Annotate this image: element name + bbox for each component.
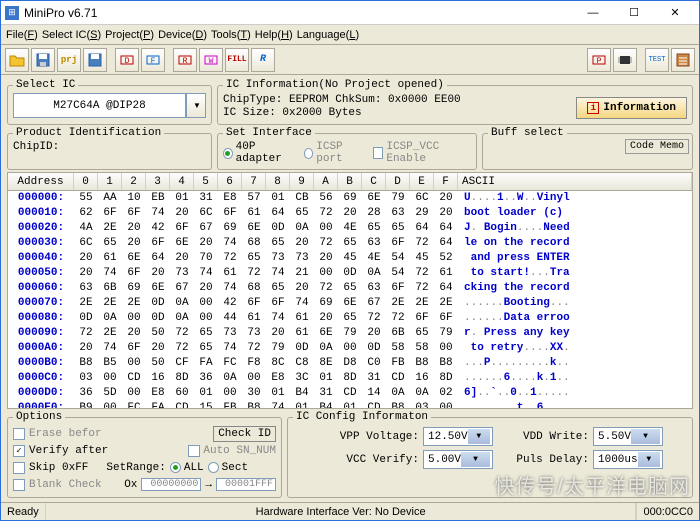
range-from[interactable]: 00000000 [141,478,201,491]
chevron-down-icon: ▼ [638,452,660,467]
menu-project[interactable]: Project(P) [103,27,156,43]
ic-config-group: IC Config Informaton VPP Voltage:12.50V▼… [287,411,693,498]
vdd-combo[interactable]: 5.50V▼ [593,427,663,446]
check-skip[interactable] [13,462,25,474]
toolbar: prj D F R W FILL R P TEST [1,45,699,75]
information-button[interactable]: iInformation [576,97,687,119]
menu-select-ic[interactable]: Select IC(S) [40,27,103,43]
radio-40p[interactable]: 40P adapter [223,141,298,165]
tool-prog[interactable]: P [587,48,611,72]
svg-text:W: W [209,57,214,66]
tool-write[interactable]: W [199,48,223,72]
set-interface-group: Set Interface 40P adapter ICSP port ICSP… [217,127,477,170]
titlebar: ⊞ MiniPro v6.71 — ☐ ✕ [1,1,699,25]
tool-chip-f[interactable]: F [141,48,165,72]
tool-run[interactable]: R [251,48,275,72]
product-id-group: Product Identification ChipID: [7,127,212,170]
check-id-button[interactable]: Check ID [213,426,276,442]
menu-help[interactable]: Help(H) [253,27,295,43]
code-memo-tab[interactable]: Code Memo [625,139,689,154]
check-blank [13,479,25,491]
range-to[interactable]: 00001FFF [216,478,276,491]
menu-device[interactable]: Device(D) [156,27,209,43]
radio-icsp: ICSP port [304,141,367,165]
svg-text:P: P [597,57,602,66]
radio-sect[interactable]: Sect [208,462,248,474]
tool-test[interactable]: TEST [645,48,669,72]
chevron-down-icon: ▼ [631,429,660,444]
app-icon: ⊞ [5,6,19,20]
svg-text:F: F [151,57,156,66]
menu-tools[interactable]: Tools(T) [209,27,253,43]
vcc-combo[interactable]: 5.00V▼ [423,450,493,469]
svg-text:R: R [183,57,188,66]
maximize-button[interactable]: ☐ [614,3,654,23]
menu-file[interactable]: File(F) [4,27,40,43]
close-button[interactable]: ✕ [655,3,695,23]
chipid-label: ChipID: [13,141,59,153]
tool-fill[interactable]: FILL [225,48,249,72]
status-addr: 000:0CC0 [636,503,699,520]
svg-text:D: D [125,57,130,66]
menu-language[interactable]: Language(L) [295,27,361,43]
chevron-down-icon: ▼ [461,452,490,467]
status-ready: Ready [1,503,46,520]
vpp-combo[interactable]: 12.50V▼ [423,427,493,446]
check-autosn: Auto SN_NUM [188,445,276,457]
tool-project[interactable]: prj [57,48,81,72]
chevron-down-icon: ▼ [468,429,490,444]
radio-all[interactable]: ALL [170,462,204,474]
hex-body[interactable]: 000000:55AA10EB0131E85701CB56696E796C20U… [8,191,692,408]
menubar: File(F) Select IC(S) Project(P) Device(D… [1,25,699,45]
buff-select-group: Buff select Code Memo [482,127,693,170]
ic-dropdown-button[interactable]: ▼ [186,93,206,118]
hex-viewer: Address0123456789ABCDEFASCII 000000:55AA… [7,172,693,409]
tool-save[interactable] [31,48,55,72]
tool-chip[interactable] [613,48,637,72]
select-ic-group: Select IC ▼ [7,79,212,125]
info-icon: i [587,102,599,114]
tool-calc[interactable] [671,48,695,72]
ic-info-group: IC Information(No Project opened) ChipTy… [217,79,693,125]
tool-open[interactable] [5,48,29,72]
status-hw: Hardware Interface Ver: No Device [46,503,637,520]
tool-read[interactable]: R [173,48,197,72]
check-verify[interactable]: ✓ [13,445,25,457]
puls-combo[interactable]: 1000us▼ [593,450,663,469]
options-group: Options Erase beforCheck ID ✓Verify afte… [7,411,282,498]
statusbar: Ready Hardware Interface Ver: No Device … [1,502,699,520]
ic-name-field[interactable] [13,93,186,118]
check-icsp-vcc: ICSP_VCC Enable [373,141,471,165]
minimize-button[interactable]: — [573,3,613,23]
tool-projsave[interactable] [83,48,107,72]
tool-chip-d[interactable]: D [115,48,139,72]
check-erase [13,428,25,440]
window-title: MiniPro v6.71 [24,6,573,20]
